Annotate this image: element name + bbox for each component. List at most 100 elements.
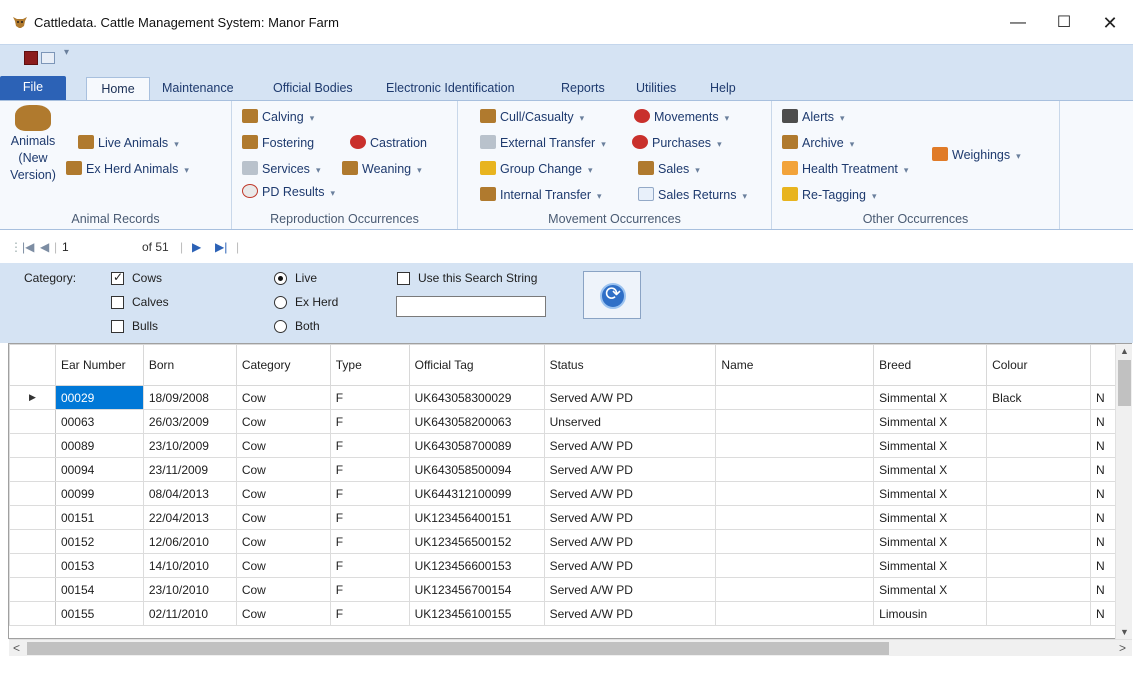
table-cell[interactable] bbox=[986, 481, 1091, 506]
animals-new-version-button[interactable]: Animals (New Version) bbox=[2, 105, 64, 197]
table-cell[interactable]: F bbox=[329, 457, 410, 482]
table-cell[interactable]: Cow bbox=[235, 481, 331, 506]
scroll-left-icon[interactable]: < bbox=[13, 641, 20, 655]
table-cell[interactable]: Simmental X bbox=[873, 505, 988, 530]
tab-home[interactable]: Home bbox=[86, 77, 150, 100]
table-row[interactable]: ▶ 00029 18/09/2008 Cow F UK643058300029 Served… bbox=[9, 385, 1131, 410]
window-icon[interactable] bbox=[41, 52, 55, 64]
table-cell[interactable]: Simmental X bbox=[873, 457, 988, 482]
first-record-button[interactable]: |◀ bbox=[22, 240, 34, 254]
table-cell[interactable] bbox=[986, 553, 1091, 578]
live-animals-button[interactable]: Live Animals ▾ bbox=[78, 133, 179, 153]
table-cell[interactable]: UK643058500094 bbox=[408, 457, 545, 482]
refresh-button[interactable] bbox=[583, 271, 641, 319]
row-header[interactable] bbox=[9, 481, 56, 506]
column-header-colour[interactable]: Colour bbox=[986, 344, 1091, 386]
table-row[interactable]: 00089 23/10/2009 Cow F UK643058700089 Served … bbox=[9, 433, 1131, 458]
table-cell[interactable]: 26/03/2009 bbox=[142, 409, 237, 434]
table-cell[interactable]: F bbox=[329, 601, 410, 626]
table-cell[interactable] bbox=[986, 529, 1091, 554]
tab-utilities[interactable]: Utilities bbox=[630, 77, 682, 100]
row-header[interactable] bbox=[9, 409, 56, 434]
table-cell[interactable]: UK644312100099 bbox=[408, 481, 545, 506]
scroll-down-icon[interactable]: ▼ bbox=[1120, 627, 1129, 637]
table-cell[interactable]: Served A/W PD bbox=[543, 457, 717, 482]
table-cell[interactable]: Simmental X bbox=[873, 577, 988, 602]
table-cell[interactable] bbox=[986, 433, 1091, 458]
table-row[interactable]: 00154 23/10/2010 Cow F UK123456700154 Served … bbox=[9, 577, 1131, 602]
tab-file[interactable]: File bbox=[0, 76, 66, 100]
re-tagging-button[interactable]: Re-Tagging ▾ bbox=[782, 185, 876, 205]
table-cell[interactable]: UK643058300029 bbox=[408, 385, 545, 410]
table-row[interactable]: 00151 22/04/2013 Cow F UK123456400151 Served … bbox=[9, 505, 1131, 530]
table-cell[interactable] bbox=[986, 601, 1091, 626]
minimize-button[interactable]: — bbox=[995, 8, 1041, 38]
table-cell[interactable]: 00094 bbox=[54, 457, 144, 482]
table-row[interactable]: 00063 26/03/2009 Cow F UK643058200063 Unserve… bbox=[9, 409, 1131, 434]
table-cell[interactable]: 12/06/2010 bbox=[142, 529, 237, 554]
table-cell[interactable]: 22/04/2013 bbox=[142, 505, 237, 530]
table-cell[interactable]: 23/10/2010 bbox=[142, 577, 237, 602]
table-cell[interactable]: 14/10/2010 bbox=[142, 553, 237, 578]
next-record-button[interactable]: ▶ bbox=[192, 240, 201, 254]
table-cell[interactable]: F bbox=[329, 553, 410, 578]
group-change-button[interactable]: Group Change ▾ bbox=[480, 159, 593, 179]
castration-button[interactable]: Castration bbox=[350, 133, 427, 153]
column-header-official-tag[interactable]: Official Tag bbox=[408, 344, 545, 386]
table-cell[interactable]: 00089 bbox=[54, 433, 144, 458]
row-header[interactable]: ▶ bbox=[9, 385, 56, 410]
vertical-scrollbar[interactable]: ▲ ▼ bbox=[1115, 344, 1132, 639]
alerts-button[interactable]: Alerts ▾ bbox=[782, 107, 844, 127]
column-header-category[interactable]: Category bbox=[235, 344, 331, 386]
table-cell[interactable]: UK643058700089 bbox=[408, 433, 545, 458]
table-cell[interactable] bbox=[715, 481, 875, 506]
table-cell[interactable] bbox=[715, 505, 875, 530]
table-cell[interactable]: Served A/W PD bbox=[543, 553, 717, 578]
table-cell[interactable]: F bbox=[329, 505, 410, 530]
sales-returns-button[interactable]: Sales Returns ▾ bbox=[638, 185, 747, 205]
ex-herd-radio[interactable] bbox=[274, 296, 287, 309]
both-radio[interactable] bbox=[274, 320, 287, 333]
table-cell[interactable]: 00152 bbox=[54, 529, 144, 554]
table-cell[interactable]: Served A/W PD bbox=[543, 481, 717, 506]
calving-button[interactable]: Calving ▾ bbox=[242, 107, 314, 127]
column-header-status[interactable]: Status bbox=[543, 344, 717, 386]
row-header[interactable] bbox=[9, 577, 56, 602]
internal-transfer-button[interactable]: Internal Transfer ▾ bbox=[480, 185, 602, 205]
table-cell[interactable]: Cow bbox=[235, 553, 331, 578]
table-cell[interactable]: UK643058200063 bbox=[408, 409, 545, 434]
row-header[interactable] bbox=[9, 553, 56, 578]
bulls-checkbox[interactable] bbox=[111, 320, 124, 333]
calves-checkbox[interactable] bbox=[111, 296, 124, 309]
close-button[interactable]: ✕ bbox=[1087, 8, 1133, 38]
table-cell[interactable]: Served A/W PD bbox=[543, 601, 717, 626]
table-cell[interactable]: 02/11/2010 bbox=[142, 601, 237, 626]
movements-button[interactable]: Movements ▾ bbox=[634, 107, 729, 127]
table-cell[interactable] bbox=[715, 601, 875, 626]
last-record-button[interactable]: ▶| bbox=[215, 240, 227, 254]
table-cell[interactable]: 23/10/2009 bbox=[142, 433, 237, 458]
live-radio[interactable] bbox=[274, 272, 287, 285]
purchases-button[interactable]: Purchases ▾ bbox=[632, 133, 722, 153]
table-cell[interactable]: UK123456400151 bbox=[408, 505, 545, 530]
table-cell[interactable]: Simmental X bbox=[873, 481, 988, 506]
table-cell[interactable]: 00029 bbox=[54, 385, 144, 410]
tab-maintenance[interactable]: Maintenance bbox=[156, 77, 240, 100]
tab-reports[interactable]: Reports bbox=[555, 77, 611, 100]
table-cell[interactable] bbox=[715, 433, 875, 458]
use-search-string-checkbox[interactable] bbox=[397, 272, 410, 285]
table-cell[interactable]: Simmental X bbox=[873, 409, 988, 434]
table-cell[interactable]: 00153 bbox=[54, 553, 144, 578]
cull-casualty-button[interactable]: Cull/Casualty ▾ bbox=[480, 107, 584, 127]
column-header-breed[interactable]: Breed bbox=[873, 344, 988, 386]
row-header[interactable] bbox=[9, 505, 56, 530]
table-cell[interactable] bbox=[715, 409, 875, 434]
table-cell[interactable]: Simmental X bbox=[873, 385, 988, 410]
cows-checkbox[interactable] bbox=[111, 270, 124, 285]
weaning-button[interactable]: Weaning ▾ bbox=[342, 159, 422, 179]
column-header-born[interactable]: Born bbox=[142, 344, 237, 386]
weighings-button[interactable]: Weighings ▾ bbox=[932, 145, 1021, 165]
table-cell[interactable]: Cow bbox=[235, 409, 331, 434]
exit-icon[interactable] bbox=[24, 51, 38, 65]
table-cell[interactable] bbox=[715, 529, 875, 554]
